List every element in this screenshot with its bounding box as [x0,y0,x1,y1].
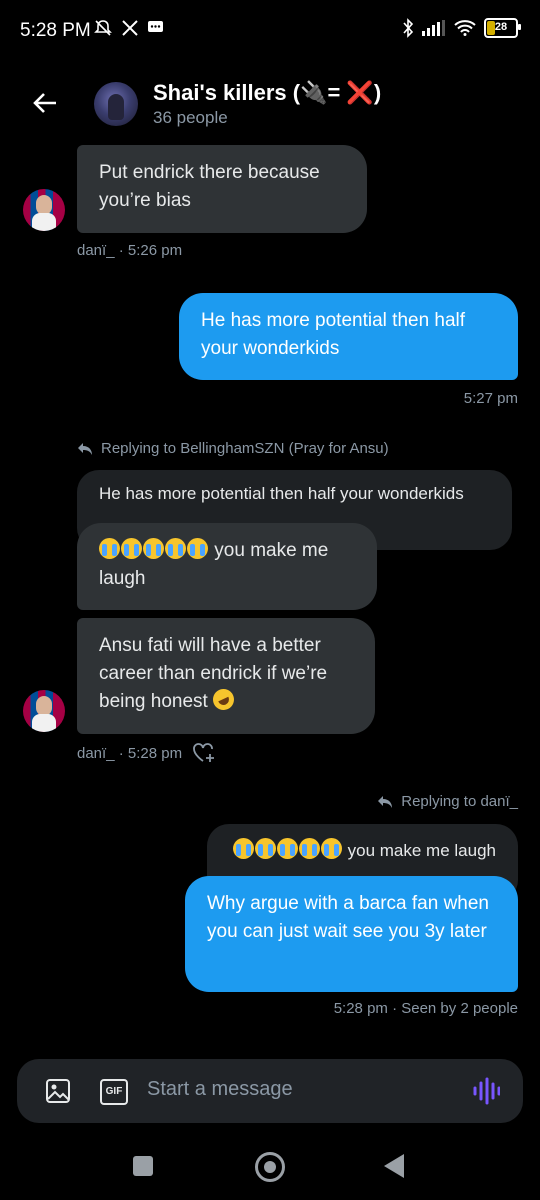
gif-button[interactable]: GIF [100,1079,128,1105]
x-logo-icon [122,20,138,36]
message-text: He has more potential then half your won… [201,310,466,359]
message-composer: GIF [17,1059,523,1123]
message-meta: danï_ · 5:26 pm [77,242,183,259]
rofl-emoji-icon [209,685,238,714]
message-bubble-outgoing[interactable]: He has more potential then half your won… [179,293,518,380]
message-meta: 5:27 pm [463,390,518,407]
message-icon [148,21,163,32]
wifi-icon [454,20,476,36]
battery-level: 28 [494,21,508,33]
signal-icon [422,20,445,36]
recent-apps-button[interactable] [133,1156,153,1176]
avatar[interactable] [23,189,65,231]
message-meta-row: danï_ · 5:28 pm [77,742,216,764]
gif-label: GIF [105,1086,123,1097]
status-left-icons [93,18,164,38]
message-text: Why argue with a barca fan when you can … [207,893,489,942]
reply-indicator: Replying to BellinghamSZN (Pray for Ansu… [77,440,389,457]
mute-icon [94,20,112,36]
back-arrow-icon[interactable] [28,86,62,120]
crying-emoji-icon [232,838,343,860]
group-avatar[interactable] [94,82,138,126]
quoted-text: you make me laugh [347,841,496,860]
image-icon[interactable] [45,1078,71,1104]
replying-to-label: Replying to danï_ [401,793,518,810]
status-time: 5:28 PM [20,20,91,41]
add-reaction-icon[interactable] [192,742,216,764]
reply-icon [378,795,393,808]
message-meta: danï_ · 5:28 pm [77,744,183,762]
reply-icon [78,442,92,455]
system-back-button[interactable] [384,1154,404,1178]
message-input[interactable] [145,1077,449,1102]
status-right-icons: 28 [402,18,521,38]
reply-indicator: Replying to danï_ [377,793,518,810]
bluetooth-icon [403,18,414,38]
battery-icon: 28 [484,18,521,38]
member-count[interactable]: 36 people [153,108,228,128]
message-bubble-incoming[interactable]: Ansu fati will have a better career than… [77,618,375,734]
conversation-title[interactable]: Shai's killers (🔌= ❌) [153,80,381,106]
message-bubble-incoming[interactable]: Put endrick there because you’re bias [77,145,367,233]
crying-emoji-icon [99,538,209,561]
voice-message-icon[interactable] [472,1077,500,1105]
home-button[interactable] [255,1152,285,1182]
replying-to-label: Replying to BellinghamSZN (Pray for Ansu… [101,440,389,457]
message-text: Put endrick there because you’re bias [99,162,320,211]
message-bubble-outgoing[interactable]: Why argue with a barca fan when you can … [185,876,518,992]
avatar[interactable] [23,690,65,732]
quoted-text: He has more potential then half your won… [99,484,464,503]
message-bubble-incoming[interactable]: you make me laugh [77,523,377,610]
message-meta: 5:28 pm · Seen by 2 people [333,1000,518,1017]
